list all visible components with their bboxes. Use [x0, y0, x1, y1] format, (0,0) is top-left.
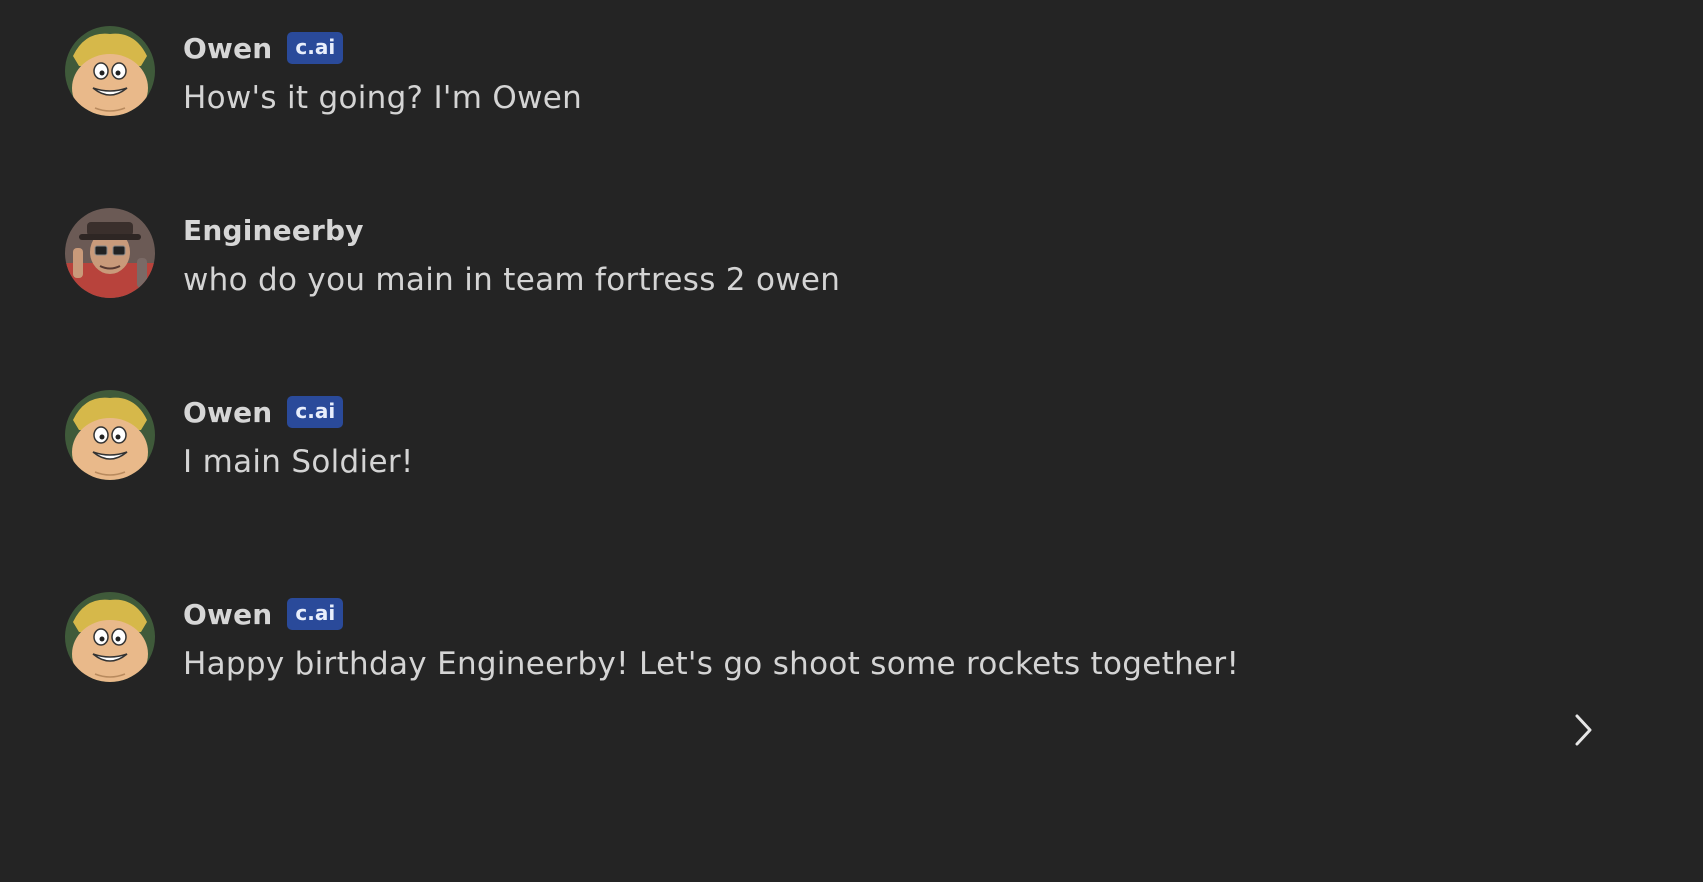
author-name: Owen: [183, 597, 273, 631]
chat-message: Engineerby who do you main in team fortr…: [65, 208, 840, 298]
engineerby-avatar[interactable]: [65, 208, 155, 298]
message-text: who do you main in team fortress 2 owen: [183, 262, 841, 298]
chat-message: Owen c.ai How's it going? I'm Owen: [65, 26, 582, 116]
author-name: Engineerby: [183, 213, 364, 247]
owen-avatar[interactable]: [65, 390, 155, 480]
ai-badge: c.ai: [287, 396, 344, 428]
owen-avatar[interactable]: [65, 26, 155, 116]
author-name: Owen: [183, 395, 273, 429]
ai-badge: c.ai: [287, 32, 344, 64]
message-text: I main Soldier!: [183, 444, 414, 480]
author-name: Owen: [183, 31, 273, 65]
message-text: Happy birthday Engineerby! Let's go shoo…: [183, 646, 1240, 682]
chat-message: Owen c.ai I main Soldier!: [65, 390, 414, 480]
next-response-button[interactable]: [1568, 710, 1598, 750]
chat-log: Owen c.ai How's it going? I'm Owen Engin…: [0, 0, 1703, 882]
ai-badge: c.ai: [287, 598, 344, 630]
chevron-right-icon: [1575, 714, 1592, 746]
chat-message: Owen c.ai Happy birthday Engineerby! Let…: [65, 592, 1239, 682]
message-text: How's it going? I'm Owen: [183, 80, 583, 116]
owen-avatar[interactable]: [65, 592, 155, 682]
